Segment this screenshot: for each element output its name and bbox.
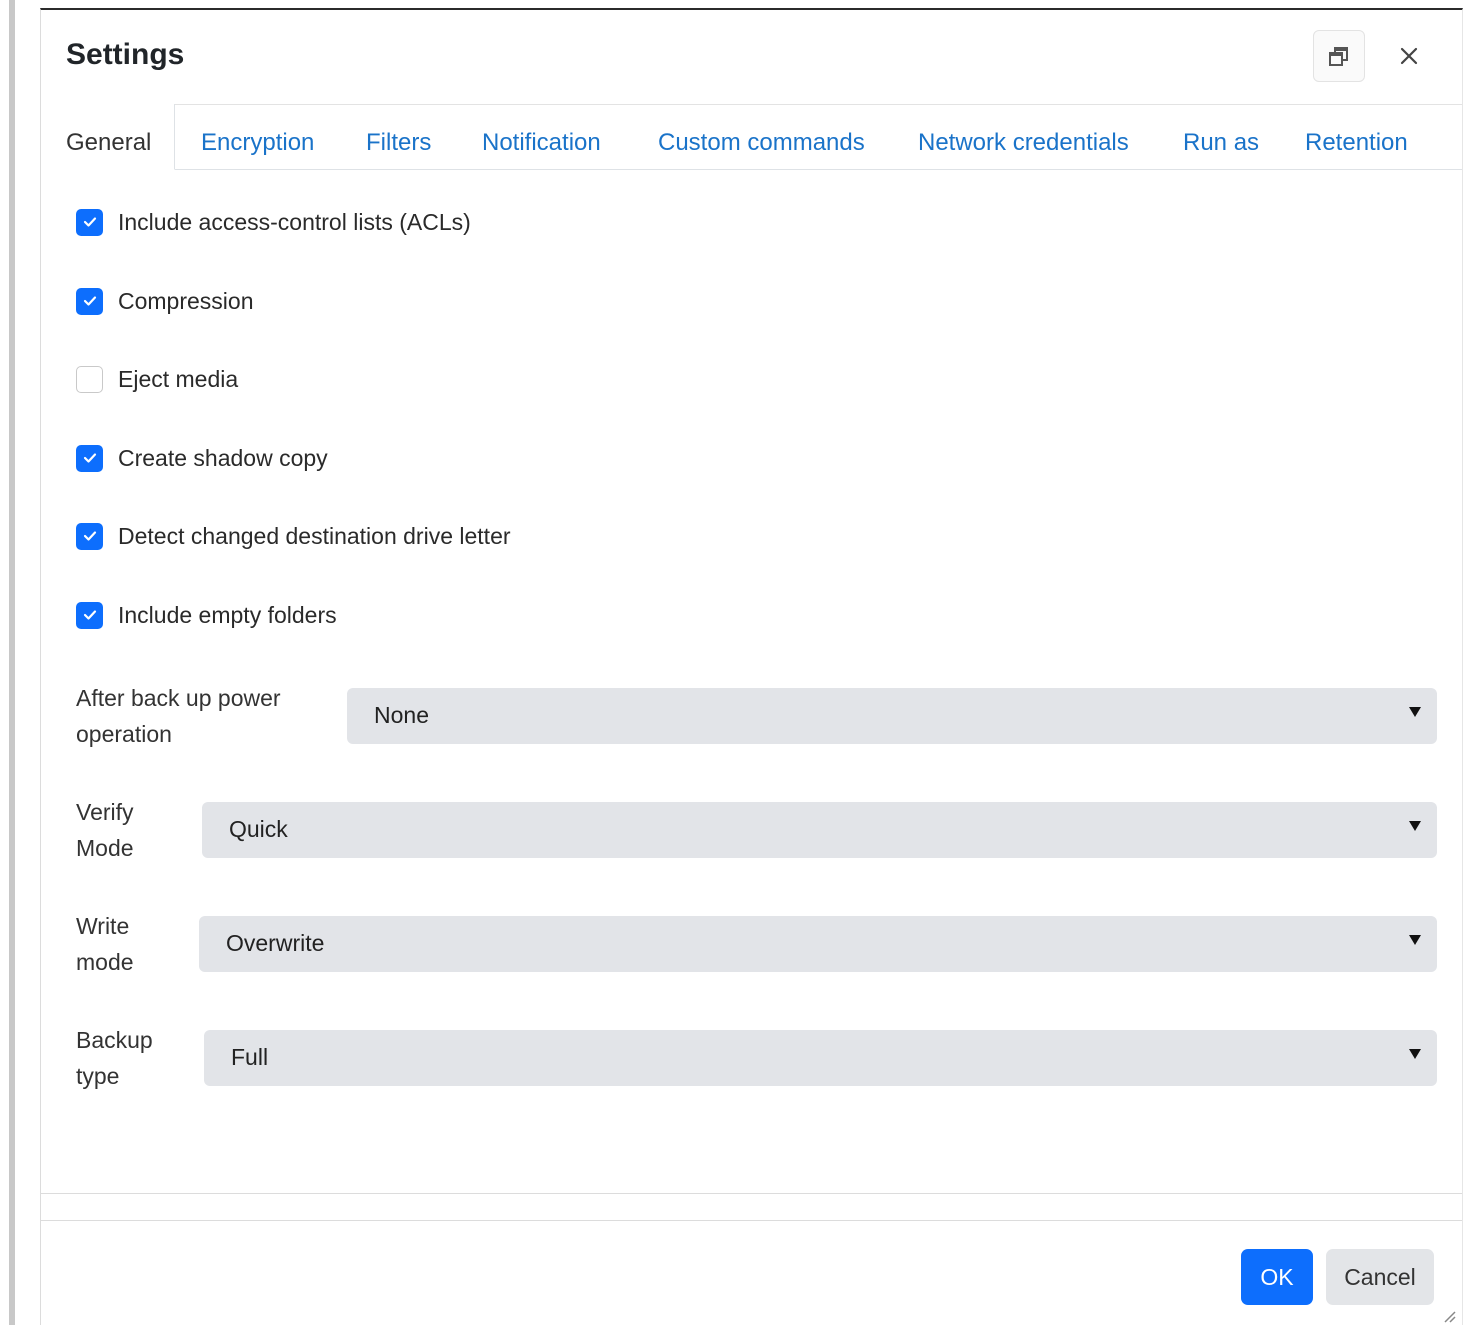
general-panel: Include access-control lists (ACLs) Comp…	[41, 169, 1462, 1194]
select-value: Overwrite	[226, 930, 325, 956]
checkbox-compression[interactable]	[76, 287, 103, 315]
checkmark-icon	[83, 217, 96, 227]
close-button[interactable]	[1383, 30, 1435, 82]
page-edge	[9, 0, 15, 1325]
checkbox-include-acls[interactable]	[76, 208, 103, 236]
caret-down-icon	[1409, 821, 1421, 831]
settings-dialog: Settings General Encryption Filters Noti…	[40, 8, 1463, 1325]
checkbox-create-shadow-copy[interactable]	[76, 444, 103, 472]
dialog-footer: OK Cancel	[41, 1220, 1462, 1327]
tab-retention[interactable]: Retention	[1305, 129, 1408, 157]
option-label: Compression	[118, 287, 254, 314]
select-value: Quick	[229, 816, 288, 842]
tab-encryption[interactable]: Encryption	[201, 129, 314, 157]
ok-button[interactable]: OK	[1241, 1249, 1313, 1305]
power-operation-select[interactable]: None	[347, 688, 1437, 744]
verify-mode-select[interactable]: Quick	[202, 802, 1437, 858]
tab-filters[interactable]: Filters	[366, 129, 431, 157]
tab-notification[interactable]: Notification	[482, 129, 601, 157]
tab-run-as[interactable]: Run as	[1183, 129, 1259, 157]
caret-down-icon	[1409, 1049, 1421, 1059]
select-value: Full	[231, 1044, 269, 1070]
option-detect-drive-letter[interactable]: Detect changed destination drive letter	[76, 521, 511, 551]
option-label: Create shadow copy	[118, 444, 328, 471]
option-label: Eject media	[118, 365, 239, 392]
cancel-button[interactable]: Cancel	[1326, 1249, 1434, 1305]
checkmark-icon	[83, 296, 96, 306]
dialog-header: Settings	[41, 10, 1462, 104]
tab-general[interactable]: General	[41, 104, 175, 170]
tab-custom-commands[interactable]: Custom commands	[658, 129, 865, 157]
write-mode-label: Write mode	[76, 913, 134, 975]
checkmark-icon	[83, 453, 96, 463]
option-include-empty-folders[interactable]: Include empty folders	[76, 600, 337, 630]
power-operation-label: After back up power operation	[76, 685, 281, 747]
select-value: None	[374, 702, 429, 728]
option-compression[interactable]: Compression	[76, 286, 254, 316]
backup-type-select[interactable]: Full	[204, 1030, 1437, 1086]
tab-bar: General Encryption Filters Notification …	[41, 104, 1462, 170]
verify-mode-label: Verify Mode	[76, 799, 134, 861]
caret-down-icon	[1409, 707, 1421, 717]
restore-button[interactable]	[1313, 30, 1365, 82]
backup-type-label: Backup type	[76, 1027, 153, 1089]
restore-window-icon	[1329, 47, 1348, 66]
option-create-shadow-copy[interactable]: Create shadow copy	[76, 443, 328, 473]
checkbox-eject-media[interactable]	[76, 365, 103, 393]
checkbox-detect-drive-letter[interactable]	[76, 522, 103, 550]
close-icon	[1400, 47, 1418, 65]
option-label: Detect changed destination drive letter	[118, 522, 511, 549]
option-label: Include empty folders	[118, 601, 337, 628]
checkbox-include-empty-folders[interactable]	[76, 601, 103, 629]
option-include-acls[interactable]: Include access-control lists (ACLs)	[76, 207, 471, 237]
dialog-title: Settings	[66, 38, 185, 71]
checkmark-icon	[83, 531, 96, 541]
option-eject-media[interactable]: Eject media	[76, 364, 238, 394]
tab-network-credentials[interactable]: Network credentials	[918, 129, 1129, 157]
checkmark-icon	[83, 610, 96, 620]
write-mode-select[interactable]: Overwrite	[199, 916, 1437, 972]
resize-grip-icon[interactable]	[1442, 1309, 1456, 1323]
option-label: Include access-control lists (ACLs)	[118, 208, 471, 235]
caret-down-icon	[1409, 935, 1421, 945]
